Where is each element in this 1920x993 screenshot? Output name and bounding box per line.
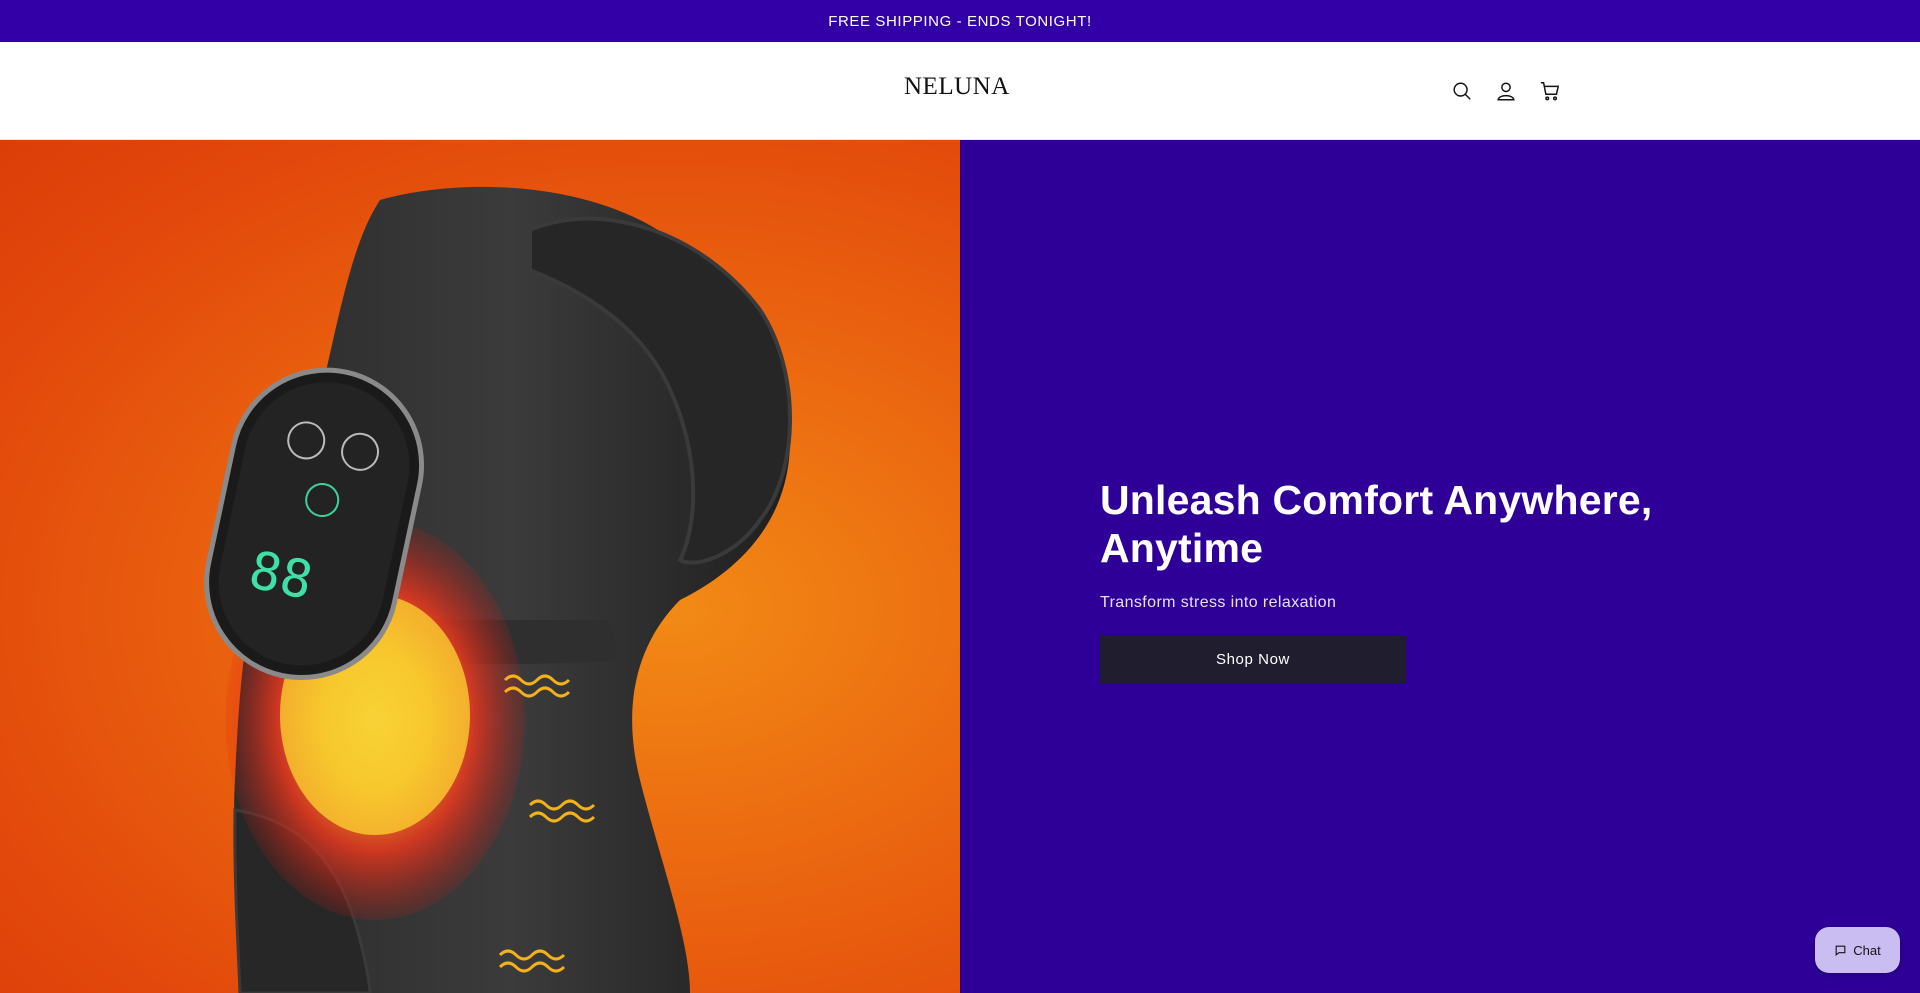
- chat-label: Chat: [1853, 942, 1881, 958]
- site-header: NELUNA: [0, 42, 1920, 140]
- hero-subtitle: Transform stress into relaxation: [1100, 594, 1337, 611]
- announcement-bar: FREE SHIPPING - ENDS TONIGHT!: [0, 0, 1920, 42]
- hero-product-image: 88: [0, 140, 960, 993]
- hero-banner: 88 Unleash Comfort Anywhere, Anytime Tra…: [0, 140, 1920, 993]
- hero-title: Unleash Comfort Anywhere, Anytime: [1100, 477, 1653, 571]
- chat-button[interactable]: Chat: [1815, 927, 1900, 973]
- account-icon[interactable]: [1491, 76, 1521, 106]
- shop-now-button[interactable]: Shop Now: [1100, 635, 1406, 684]
- hero-content-panel: Unleash Comfort Anywhere, Anytime Transf…: [960, 140, 1920, 993]
- logo[interactable]: NELUNA: [904, 73, 1010, 101]
- announcement-text: FREE SHIPPING - ENDS TONIGHT!: [828, 12, 1092, 30]
- knee-massager-illustration: 88: [204, 186, 792, 993]
- cart-icon[interactable]: [1535, 76, 1565, 106]
- svg-text:88: 88: [244, 540, 318, 612]
- chat-icon: [1835, 945, 1846, 956]
- search-icon[interactable]: [1447, 76, 1477, 106]
